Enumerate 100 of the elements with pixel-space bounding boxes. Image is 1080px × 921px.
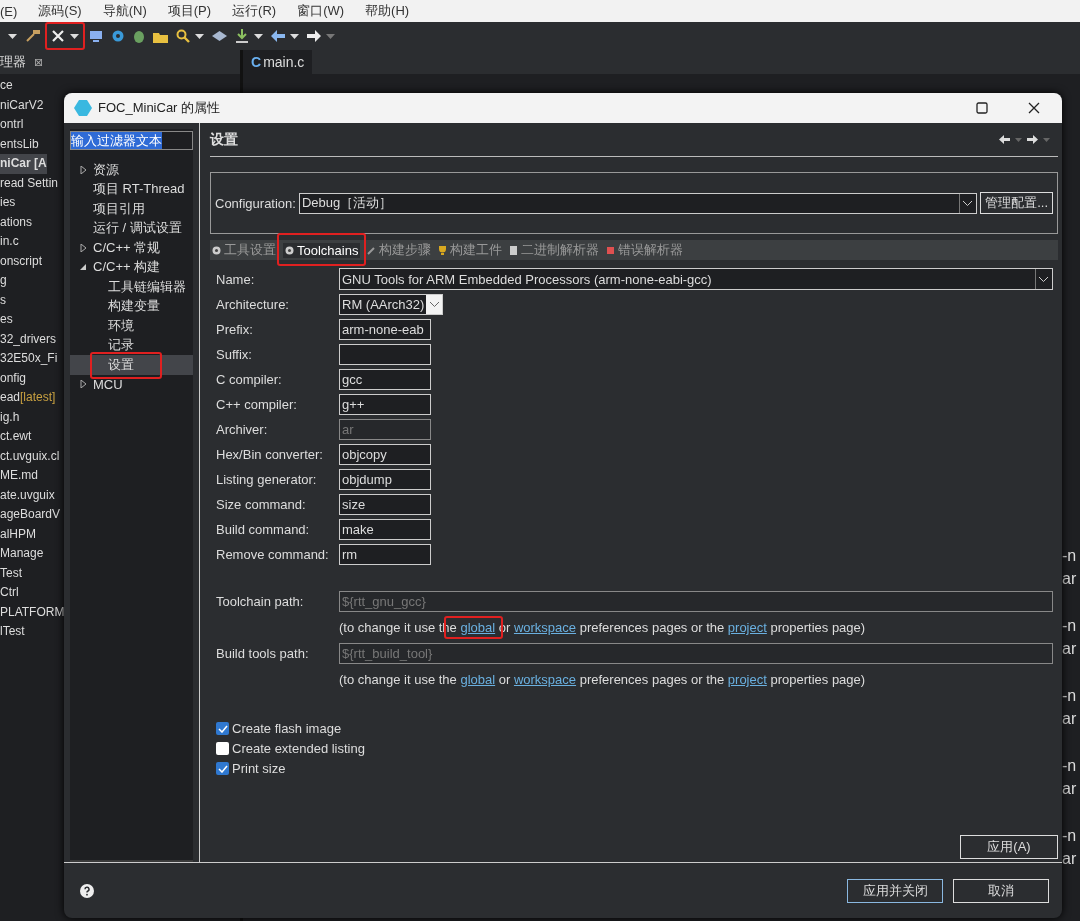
tab[interactable]: Toolchains — [283, 242, 361, 258]
input-field[interactable]: g++ — [339, 394, 431, 415]
tree-item[interactable]: C/C++ 常规 — [70, 238, 193, 258]
close-icon[interactable] — [1028, 102, 1040, 114]
gear-icon[interactable] — [111, 29, 125, 43]
field-label: C++ compiler: — [216, 397, 298, 412]
tree-item[interactable]: ate.uvguix — [0, 485, 55, 505]
tree-item[interactable]: 项目引用 — [70, 199, 193, 219]
tree-item[interactable]: 工具链编辑器 — [70, 277, 193, 297]
tree-item[interactable]: PLATFORM — [0, 602, 65, 622]
tree-item[interactable]: Test — [0, 563, 22, 583]
tree-item[interactable]: MCU — [70, 374, 193, 394]
download-icon[interactable] — [235, 29, 249, 43]
tree-item[interactable]: lTest — [0, 622, 25, 642]
menu-item[interactable]: 窗口(W) — [297, 2, 345, 20]
forward-arrow-icon[interactable] — [307, 30, 321, 42]
monitor-icon[interactable] — [89, 30, 103, 42]
tree-item[interactable]: 环境 — [70, 316, 193, 336]
tree-item[interactable]: entsLib — [0, 134, 39, 154]
collapsed-icon[interactable] — [80, 243, 87, 252]
tree-item[interactable]: ead[latest] — [0, 388, 56, 408]
tree-item[interactable]: ontrl — [0, 115, 24, 135]
tree-item[interactable]: 运行 / 调试设置 — [70, 218, 193, 238]
tree-item[interactable]: ce — [0, 76, 13, 96]
input-field[interactable]: gcc — [339, 369, 431, 390]
tree-item[interactable]: in.c — [0, 232, 19, 252]
tree-item[interactable]: onscript — [0, 251, 43, 271]
tree-item[interactable]: onfig — [0, 368, 27, 388]
caret-icon[interactable] — [195, 33, 204, 39]
close-icon[interactable]: ⊠ — [34, 55, 44, 69]
tab[interactable]: 错误解析器 — [606, 241, 684, 259]
console-text: ar — [1062, 639, 1078, 659]
help-icon[interactable] — [80, 883, 94, 898]
input-field[interactable]: arm-none-eab — [339, 319, 431, 340]
tree-item[interactable]: alHPM — [0, 524, 36, 544]
tree-item[interactable]: ig.h — [0, 407, 20, 427]
tree-item[interactable]: niCar [A — [0, 154, 47, 174]
forward-arrow-icon[interactable] — [1027, 135, 1038, 144]
apply-button[interactable]: 应用(A) — [960, 835, 1058, 859]
caret-icon[interactable] — [254, 33, 263, 39]
input-field[interactable]: objcopy — [339, 444, 431, 465]
tree-item[interactable]: 设置 — [70, 355, 193, 375]
tree-item[interactable]: ageBoardV — [0, 505, 61, 525]
tree-item[interactable]: C/C++ 构建 — [70, 257, 193, 277]
name-dropdown[interactable]: GNU Tools for ARM Embedded Processors (arm-none-eabi-gcc) — [339, 268, 1053, 290]
tree-item[interactable]: niCarV2 — [0, 95, 44, 115]
tree-item[interactable]: 构建变量 — [70, 296, 193, 316]
menu-item[interactable]: 帮助(H) — [365, 2, 410, 20]
collapsed-icon[interactable] — [80, 380, 87, 389]
tree-item[interactable]: es — [0, 310, 13, 330]
tree-item[interactable]: 资源 — [70, 160, 193, 180]
checkbox[interactable] — [216, 742, 229, 755]
tree-item[interactable]: ies — [0, 193, 16, 213]
tab[interactable]: 二进制解析器 — [509, 241, 600, 259]
maximize-icon[interactable] — [976, 102, 988, 114]
tree-item[interactable]: 记录 — [70, 335, 193, 355]
editor-tab[interactable]: C main.c — [243, 50, 313, 74]
tab[interactable]: 工具设置 — [212, 241, 276, 259]
tree-item[interactable]: 32E50x_Fi — [0, 349, 58, 369]
tree-item[interactable]: Manage — [0, 544, 44, 564]
tree-item[interactable]: g — [0, 271, 7, 291]
caret-icon[interactable] — [70, 33, 79, 39]
checkbox[interactable] — [216, 722, 229, 735]
menu-item[interactable]: 项目(P) — [167, 2, 212, 20]
input-field[interactable]: size — [339, 494, 431, 515]
back-arrow-icon[interactable] — [999, 135, 1010, 144]
tree-item[interactable]: ME.md — [0, 466, 38, 486]
tree-item[interactable]: 32_drivers — [0, 329, 57, 349]
checkbox[interactable] — [216, 762, 229, 775]
manage-configurations-button[interactable]: 管理配置... — [980, 192, 1053, 214]
menu-item[interactable]: 运行(R) — [232, 2, 277, 20]
configuration-dropdown[interactable]: Debug［活动］ — [298, 192, 978, 214]
tree-item[interactable]: ct.uvguix.cl — [0, 446, 60, 466]
input-field[interactable]: objdump — [339, 469, 431, 490]
menu-item[interactable]: (E) — [0, 3, 18, 19]
tab[interactable]: 构建步骤 — [367, 241, 432, 259]
tree-item[interactable]: read Settin — [0, 173, 59, 193]
tree-item[interactable]: Ctrl — [0, 583, 19, 603]
tree-item[interactable]: ations — [0, 212, 33, 232]
menu-item[interactable]: 导航(N) — [102, 2, 147, 20]
back-arrow-icon[interactable] — [271, 30, 285, 42]
collapsed-icon[interactable] — [80, 165, 87, 174]
tree-item[interactable]: 项目 RT-Thread — [70, 179, 193, 199]
input-field[interactable]: make — [339, 519, 431, 540]
tab[interactable]: 构建工件 — [438, 241, 503, 259]
caret-icon[interactable] — [290, 33, 299, 39]
input-field[interactable] — [339, 344, 431, 365]
tree-item[interactable]: ct.ewt — [0, 427, 32, 447]
caret-icon[interactable] — [8, 33, 17, 39]
chevron-down-icon[interactable] — [429, 302, 439, 307]
input-field[interactable]: rm — [339, 544, 431, 565]
hammer-icon[interactable] — [25, 29, 41, 43]
search-icon[interactable] — [176, 29, 190, 43]
architecture-dropdown[interactable]: RM (AArch32) — [339, 294, 443, 315]
menu-item[interactable]: 源码(S) — [38, 2, 82, 20]
tree-item[interactable]: s — [0, 290, 6, 310]
expanded-icon[interactable] — [80, 263, 87, 272]
apply-and-close-button[interactable]: 应用并关闭 — [847, 878, 943, 903]
cancel-button[interactable]: 取消 — [953, 878, 1049, 903]
filter-field[interactable]: 输入过滤器文本 — [70, 131, 193, 150]
